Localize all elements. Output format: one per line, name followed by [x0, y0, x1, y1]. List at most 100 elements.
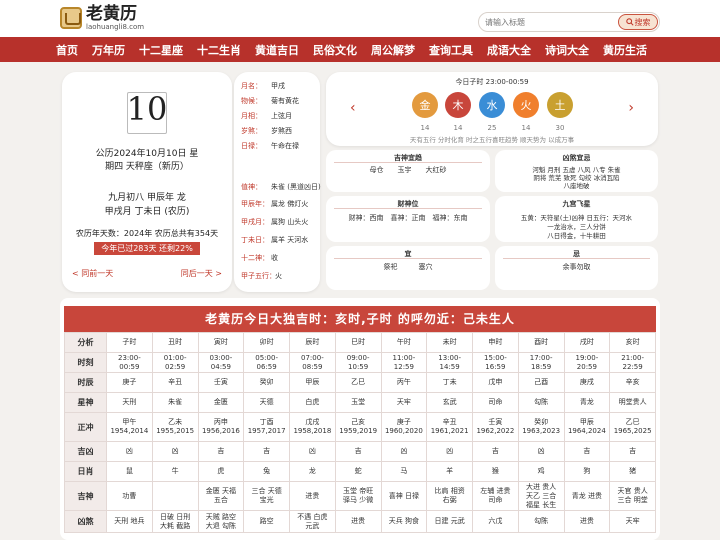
- nav-item-shengxiao[interactable]: 十二生肖: [197, 42, 241, 58]
- lunar-date-line1: 九月初八 甲辰年 龙: [108, 193, 186, 203]
- nav-item-dreams[interactable]: 周公解梦: [371, 42, 415, 58]
- table-cell: 虎: [197, 461, 245, 482]
- table-cell: 癸卯: [243, 372, 290, 393]
- row-header: 吉神: [64, 481, 107, 511]
- table-cell: 兔: [243, 461, 290, 482]
- ji-box: 忌 余事勿取: [495, 246, 658, 290]
- table-cell: [151, 481, 199, 511]
- table-cell: 子时: [106, 332, 153, 353]
- caishen-box: 财神位 财神：西南 喜神：正南 福神：东南: [326, 196, 490, 242]
- table-cell: 吉: [472, 441, 519, 462]
- nav-item-poems[interactable]: 诗词大全: [545, 42, 589, 58]
- table-cell: 金匮 天福 五合: [197, 481, 245, 511]
- table-cell: 吉: [563, 441, 611, 462]
- info-row: 物候： 菊有黄花: [241, 97, 299, 105]
- nav-item-life[interactable]: 黄历生活: [603, 42, 647, 58]
- table-cell: 天兵 狗食: [380, 510, 428, 533]
- table-cell: 龙: [289, 461, 336, 482]
- nav-item-home[interactable]: 首页: [56, 42, 78, 58]
- wuxing-water: 水: [479, 92, 505, 118]
- table-cell: 天牢: [380, 392, 428, 413]
- info-row: 丁未日： 属羊 天河水: [241, 236, 309, 244]
- wuxing-water-value: 25: [487, 124, 497, 132]
- jiugong-line3: 八日得金，十牛耕田: [547, 232, 606, 240]
- table-cell: 丁酉 1957,2017: [243, 412, 290, 442]
- prev-day-link[interactable]: < 同前一天: [72, 268, 113, 279]
- yi-text: 祭祀 塞穴: [383, 263, 433, 271]
- search-icon: [625, 18, 634, 26]
- table-cell: 玄武: [426, 392, 473, 413]
- table-row: 分析 子时 丑时 寅时 卯时 辰时 巳时 午时 未时 申时 酉时 戌时 亥时: [64, 332, 656, 353]
- wuxing-metal: 金: [412, 92, 438, 118]
- next-day-link[interactable]: 同后一天 >: [181, 268, 222, 279]
- wuxing-earth: 土: [547, 92, 573, 118]
- row-header: 日肖: [64, 461, 107, 482]
- table-cell: 左辅 进贵 司命: [472, 481, 519, 511]
- table-row: 日肖鼠牛虎兔龙蛇马羊猴鸡狗猪: [64, 461, 656, 482]
- table-row: 凶煞 天刑 地兵 日破 日刑 大耗 截路 天贼 路空 大退 勾陈 路空 不遇 白虎 元武 进贵 天兵…: [64, 510, 656, 533]
- table-cell: 酉时: [517, 332, 565, 353]
- table-cell: 15:00-16:59: [472, 352, 519, 373]
- chevron-right-icon[interactable]: ›: [628, 100, 634, 116]
- site-logo[interactable]: 老黄历 laohuangli8.com: [60, 4, 144, 31]
- main-nav: 首页 万年历 十二星座 十二生肖 黄道吉日 民俗文化 周公解梦 查询工具 成语大…: [0, 37, 720, 62]
- chevron-left-icon[interactable]: ‹: [350, 100, 356, 116]
- table-cell: 不遇 白虎 元武: [289, 510, 336, 533]
- table-cell: 猴: [472, 461, 519, 482]
- lunar-date-line2: 甲戌月 丁未日 (农历): [104, 207, 190, 217]
- table-cell: 13:00-14:59: [426, 352, 473, 373]
- table-cell: 天官 贵人 三合 明堂: [609, 481, 656, 511]
- row-header: 时辰: [64, 372, 107, 393]
- wuxing-wood: 木: [445, 92, 471, 118]
- info-row: 甲子五行：火: [241, 272, 282, 280]
- xiongsha-box: 凶煞宜忌 河魁 月刑 五虚 八风 八专 朱雀 阴将 荒芜 致死 勾绞 冰消瓦陷 …: [495, 150, 658, 192]
- nav-item-zodiac[interactable]: 十二星座: [139, 42, 183, 58]
- nav-item-idioms[interactable]: 成语大全: [487, 42, 531, 58]
- table-cell: 亥时: [609, 332, 656, 353]
- table-cell: 己酉: [517, 372, 565, 393]
- table-cell: 勾陈: [517, 392, 565, 413]
- table-cell: 甲辰 1964,2024: [563, 412, 611, 442]
- table-cell: 丙午: [380, 372, 428, 393]
- table-cell: 三合 天德 宝光: [243, 481, 290, 511]
- table-cell: 凶: [151, 441, 199, 462]
- logo-icon: [60, 6, 82, 29]
- table-cell: 11:00-12:59: [380, 352, 428, 373]
- nav-item-lucky-days[interactable]: 黄道吉日: [255, 42, 299, 58]
- table-cell: 司命: [472, 392, 519, 413]
- table-cell: 狗: [563, 461, 611, 482]
- table-cell: 玉堂 帝旺 驿马 少微: [334, 481, 382, 511]
- table-cell: 21:00-22:59: [609, 352, 656, 373]
- table-row: 星神 天刑 朱雀 金匮 天德 白虎 玉堂 天牢 玄武 司命 勾陈 青龙 明堂贵人: [64, 392, 656, 413]
- search-input[interactable]: [485, 15, 615, 29]
- row-header: 星神: [64, 392, 107, 413]
- nav-item-folk-culture[interactable]: 民俗文化: [313, 42, 357, 58]
- search-button[interactable]: 搜索: [618, 14, 658, 30]
- day-number: 10: [126, 90, 168, 128]
- wuxing-panel: 今日子时 23:00-00:59 ‹ › 金 木 水 火 土 14 14 25 …: [326, 72, 658, 146]
- table-cell: 勾陈: [517, 510, 565, 533]
- table-cell: 日建 元武: [426, 510, 473, 533]
- table-cell: 吉: [334, 441, 382, 462]
- ji-text: 余事勿取: [562, 263, 591, 271]
- solar-date-line1: 公历2024年10月10日 星: [95, 149, 199, 159]
- row-header: 吉凶: [64, 441, 107, 462]
- jishen-box: 吉神宜趋 母仓 玉宇 大红砂: [326, 150, 490, 192]
- table-cell: 功曹: [106, 481, 153, 511]
- nav-item-calendar[interactable]: 万年历: [92, 42, 125, 58]
- nav-item-tools[interactable]: 查询工具: [429, 42, 473, 58]
- info-row: 甲辰年： 属龙 佛灯火: [241, 200, 309, 208]
- year-progress-badge: 今年已过283天 还剩22%: [94, 242, 200, 255]
- table-cell: 乙巳 1965,2025: [609, 412, 656, 442]
- table-cell: 猪: [609, 461, 656, 482]
- table-cell: 凶: [106, 441, 153, 462]
- table-cell: 03:00-04:59: [197, 352, 245, 373]
- table-cell: 天牢: [609, 510, 656, 533]
- table-cell: 天德: [243, 392, 290, 413]
- table-cell: 01:00-02:59: [151, 352, 199, 373]
- table-cell: 丁未: [426, 372, 473, 393]
- table-row: 吉凶凶凶吉吉凶吉凶凶吉凶吉吉: [64, 441, 656, 462]
- table-cell: 癸卯 1963,2023: [517, 412, 565, 442]
- row-header: 时刻: [64, 352, 107, 373]
- table-cell: 进贵: [563, 510, 611, 533]
